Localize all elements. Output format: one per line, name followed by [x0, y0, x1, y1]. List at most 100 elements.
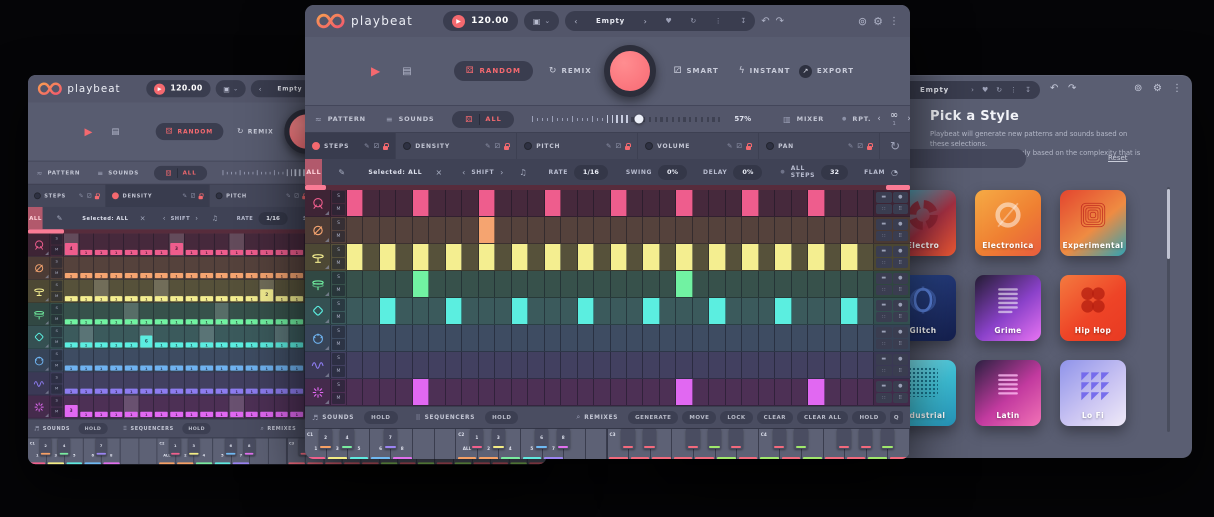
step-cell[interactable]	[347, 244, 363, 270]
step-cell[interactable]: 1	[230, 372, 245, 394]
step-cell[interactable]	[347, 325, 363, 351]
solo-button[interactable]: S	[51, 350, 62, 360]
mute-button[interactable]: M	[51, 315, 62, 325]
step-cell[interactable]	[479, 190, 495, 216]
mute-button[interactable]: M	[332, 312, 345, 324]
step-cell[interactable]: 1	[184, 349, 199, 371]
black-key[interactable]: 6	[225, 438, 236, 455]
step-cell[interactable]: 1	[184, 234, 199, 256]
step-cell[interactable]	[726, 298, 742, 324]
account-icon[interactable]: ⊚	[858, 15, 867, 28]
step-cell[interactable]	[792, 217, 808, 243]
step-cell[interactable]	[578, 271, 594, 297]
all-tracks-tab[interactable]: ALL	[28, 207, 43, 229]
mute-button[interactable]: M	[51, 268, 62, 278]
step-cell[interactable]: 3	[169, 234, 184, 256]
step-cell[interactable]	[825, 352, 841, 378]
step-cell[interactable]	[858, 244, 874, 270]
step-cell[interactable]: 1	[199, 326, 214, 348]
step-cell[interactable]: 1	[230, 257, 245, 279]
step-cell[interactable]	[446, 217, 462, 243]
quantize-button[interactable]: Q	[890, 411, 903, 424]
lock-icon[interactable]	[867, 143, 872, 150]
step-cell[interactable]	[825, 298, 841, 324]
remix-button[interactable]: ↻REMIX	[237, 127, 274, 136]
step-cell[interactable]: 1	[199, 396, 214, 418]
step-cell[interactable]: 1	[260, 326, 275, 348]
step-cell[interactable]	[775, 379, 791, 405]
step-cell[interactable]	[347, 379, 363, 405]
step-cell[interactable]	[808, 298, 824, 324]
step-cell[interactable]	[709, 379, 725, 405]
step-cell[interactable]: 1	[139, 349, 154, 371]
step-cell[interactable]: 1	[109, 257, 124, 279]
step-cell[interactable]: 1	[64, 349, 79, 371]
step-cell[interactable]	[363, 244, 379, 270]
step-cell[interactable]	[495, 190, 511, 216]
step-cell[interactable]	[792, 379, 808, 405]
step-cell[interactable]	[858, 325, 874, 351]
row-substeps-icon[interactable]: ∷	[876, 339, 892, 350]
transport-play-icon[interactable]: ▶	[371, 64, 380, 78]
step-cell[interactable]: 1	[230, 280, 245, 302]
step-cell[interactable]: 1	[275, 234, 290, 256]
step-cell[interactable]: 1	[245, 372, 260, 394]
rate-value[interactable]: 1/16	[258, 212, 287, 225]
black-key[interactable]	[837, 429, 850, 449]
row-dice-icon[interactable]: ⠿	[893, 285, 909, 296]
solo-button[interactable]: S	[332, 191, 345, 203]
random-button[interactable]: ⚄RANDOM	[454, 61, 533, 81]
step-cell[interactable]: 1	[215, 349, 230, 371]
step-cell[interactable]	[363, 217, 379, 243]
black-key[interactable]: 4	[58, 438, 69, 455]
black-key[interactable]	[708, 429, 721, 449]
step-cell[interactable]	[528, 190, 544, 216]
step-cell[interactable]: 1	[169, 280, 184, 302]
step-cell[interactable]	[462, 190, 478, 216]
step-cell[interactable]	[825, 325, 841, 351]
step-cell[interactable]	[742, 217, 758, 243]
step-cell[interactable]	[462, 325, 478, 351]
rate-value[interactable]: 1/16	[574, 165, 608, 180]
step-cell[interactable]: 1	[94, 234, 109, 256]
step-cell[interactable]	[759, 190, 775, 216]
bpm-control[interactable]: ▶120.00	[443, 11, 518, 31]
step-cell[interactable]	[578, 325, 594, 351]
step-cell[interactable]: 1	[154, 280, 169, 302]
step-cell[interactable]	[561, 379, 577, 405]
black-key[interactable]: 2	[40, 438, 51, 455]
step-cell[interactable]	[825, 190, 841, 216]
step-cell[interactable]	[627, 352, 643, 378]
instrument-snare-icon[interactable]	[305, 217, 331, 243]
step-cell[interactable]	[561, 190, 577, 216]
step-cell[interactable]	[742, 244, 758, 270]
step-cell[interactable]	[495, 352, 511, 378]
step-cell[interactable]: 1	[94, 372, 109, 394]
sequencers-hold-button[interactable]: HOLD	[485, 411, 518, 424]
undo-icon[interactable]: ↶	[761, 16, 769, 27]
step-cell[interactable]	[775, 217, 791, 243]
step-cell[interactable]: 1	[290, 372, 305, 394]
dice-icon[interactable]: ⚂	[736, 142, 742, 150]
step-cell[interactable]	[611, 244, 627, 270]
dice-icon[interactable]: ⚂	[495, 142, 501, 150]
instrument-tom-icon[interactable]	[305, 325, 331, 351]
step-cell[interactable]	[429, 298, 445, 324]
step-cell[interactable]: 1	[124, 303, 139, 325]
step-cell[interactable]	[479, 352, 495, 378]
step-cell[interactable]	[858, 217, 874, 243]
step-cell[interactable]	[808, 244, 824, 270]
step-cell[interactable]	[429, 271, 445, 297]
step-cell[interactable]	[726, 190, 742, 216]
step-cell[interactable]: 1	[290, 349, 305, 371]
step-cell[interactable]	[446, 190, 462, 216]
step-cell[interactable]	[479, 298, 495, 324]
step-cell[interactable]	[561, 271, 577, 297]
step-cell[interactable]	[561, 325, 577, 351]
step-cell[interactable]	[495, 271, 511, 297]
row-dice-icon[interactable]: ⠿	[893, 312, 909, 323]
step-cell[interactable]	[462, 244, 478, 270]
all-filter-button[interactable]: ⚄ALL	[154, 165, 207, 180]
step-cell[interactable]	[446, 298, 462, 324]
step-cell[interactable]: 1	[94, 303, 109, 325]
